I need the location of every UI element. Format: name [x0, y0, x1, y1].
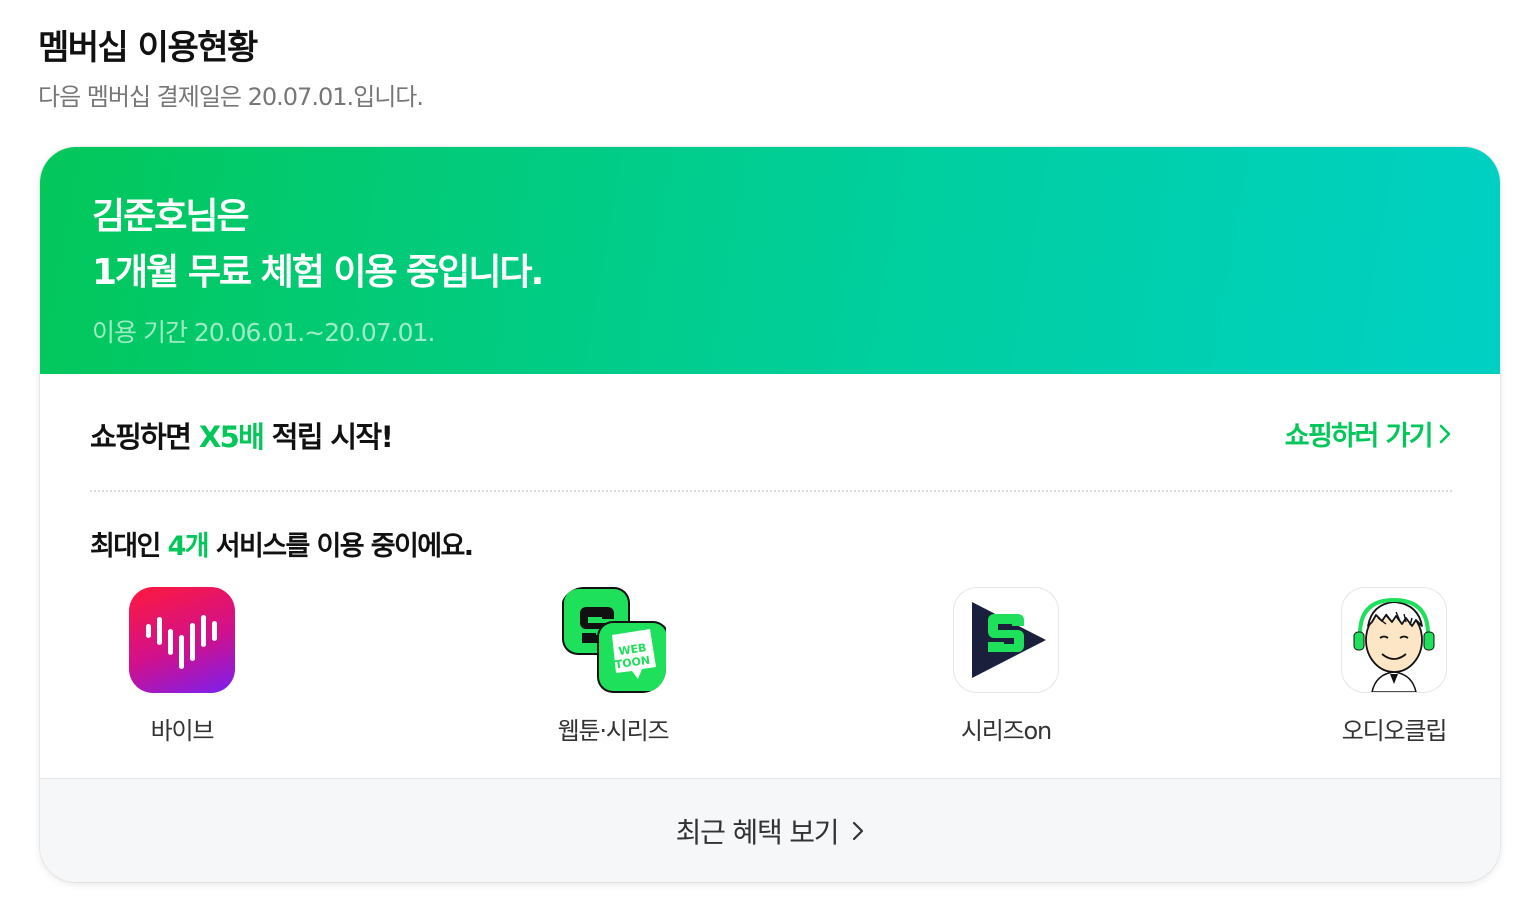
service-label: 시리즈on	[960, 717, 1052, 745]
promo-highlight: X5배	[198, 420, 265, 454]
shopping-promo-row: 쇼핑하면 X5배 적립 시작! 쇼핑하러 가기	[90, 374, 1452, 492]
banner-user-line: 김준호님은	[92, 196, 250, 237]
service-label: 바이브	[150, 717, 215, 745]
promo-prefix: 쇼핑하면	[90, 420, 199, 454]
services-suffix: 서비스를 이용 중이에요.	[207, 531, 474, 562]
recent-benefits-label: 최근 혜택 보기	[675, 815, 840, 849]
service-item-audioclip[interactable]: 오디오클립	[1294, 587, 1494, 746]
page-header: 멤버십 이용현황 다음 멤버십 결제일은 20.07.01.입니다.	[38, 26, 424, 112]
go-shopping-link[interactable]: 쇼핑하러 가기	[1285, 414, 1452, 453]
membership-banner: 김준호님은 1개월 무료 체험 이용 중입니다. 이용 기간 20.06.01.…	[40, 147, 1500, 374]
recent-benefits-button[interactable]: 최근 혜택 보기	[40, 778, 1500, 882]
service-label: 오디오클립	[1341, 717, 1448, 745]
shopping-promo-text: 쇼핑하면 X5배 적립 시작!	[90, 414, 394, 456]
service-label: 웹툰·시리즈	[557, 717, 670, 745]
services-prefix: 최대인	[90, 531, 168, 562]
webtoon-series-icon: WEB TOON	[560, 587, 666, 693]
services-summary: 최대인 4개 서비스를 이용 중이에요.	[90, 524, 1500, 563]
promo-suffix: 적립 시작!	[263, 420, 394, 454]
service-list: 바이브 WEB TOON 웹툰·시리즈 시리즈on 오디오클립	[40, 563, 1500, 745]
go-shopping-label: 쇼핑하러 가기	[1284, 421, 1434, 452]
chevron-right-icon	[1439, 424, 1451, 443]
service-item-vibe[interactable]: 바이브	[82, 587, 282, 746]
services-count: 4개	[167, 531, 210, 562]
vibe-icon	[129, 587, 235, 693]
next-payment-date: 다음 멤버십 결제일은 20.07.01.입니다.	[38, 83, 424, 111]
membership-card: 김준호님은 1개월 무료 체험 이용 중입니다. 이용 기간 20.06.01.…	[40, 147, 1500, 882]
chevron-right-icon	[853, 821, 864, 840]
serieson-icon	[953, 587, 1059, 693]
service-item-webtoon-series[interactable]: WEB TOON 웹툰·시리즈	[513, 587, 713, 746]
banner-status-line: 1개월 무료 체험 이용 중입니다.	[92, 252, 544, 293]
page-title: 멤버십 이용현황	[38, 28, 258, 68]
service-item-serieson[interactable]: 시리즈on	[906, 587, 1106, 746]
usage-period: 이용 기간 20.06.01.~20.07.01.	[92, 318, 435, 347]
audioclip-icon	[1341, 587, 1447, 693]
